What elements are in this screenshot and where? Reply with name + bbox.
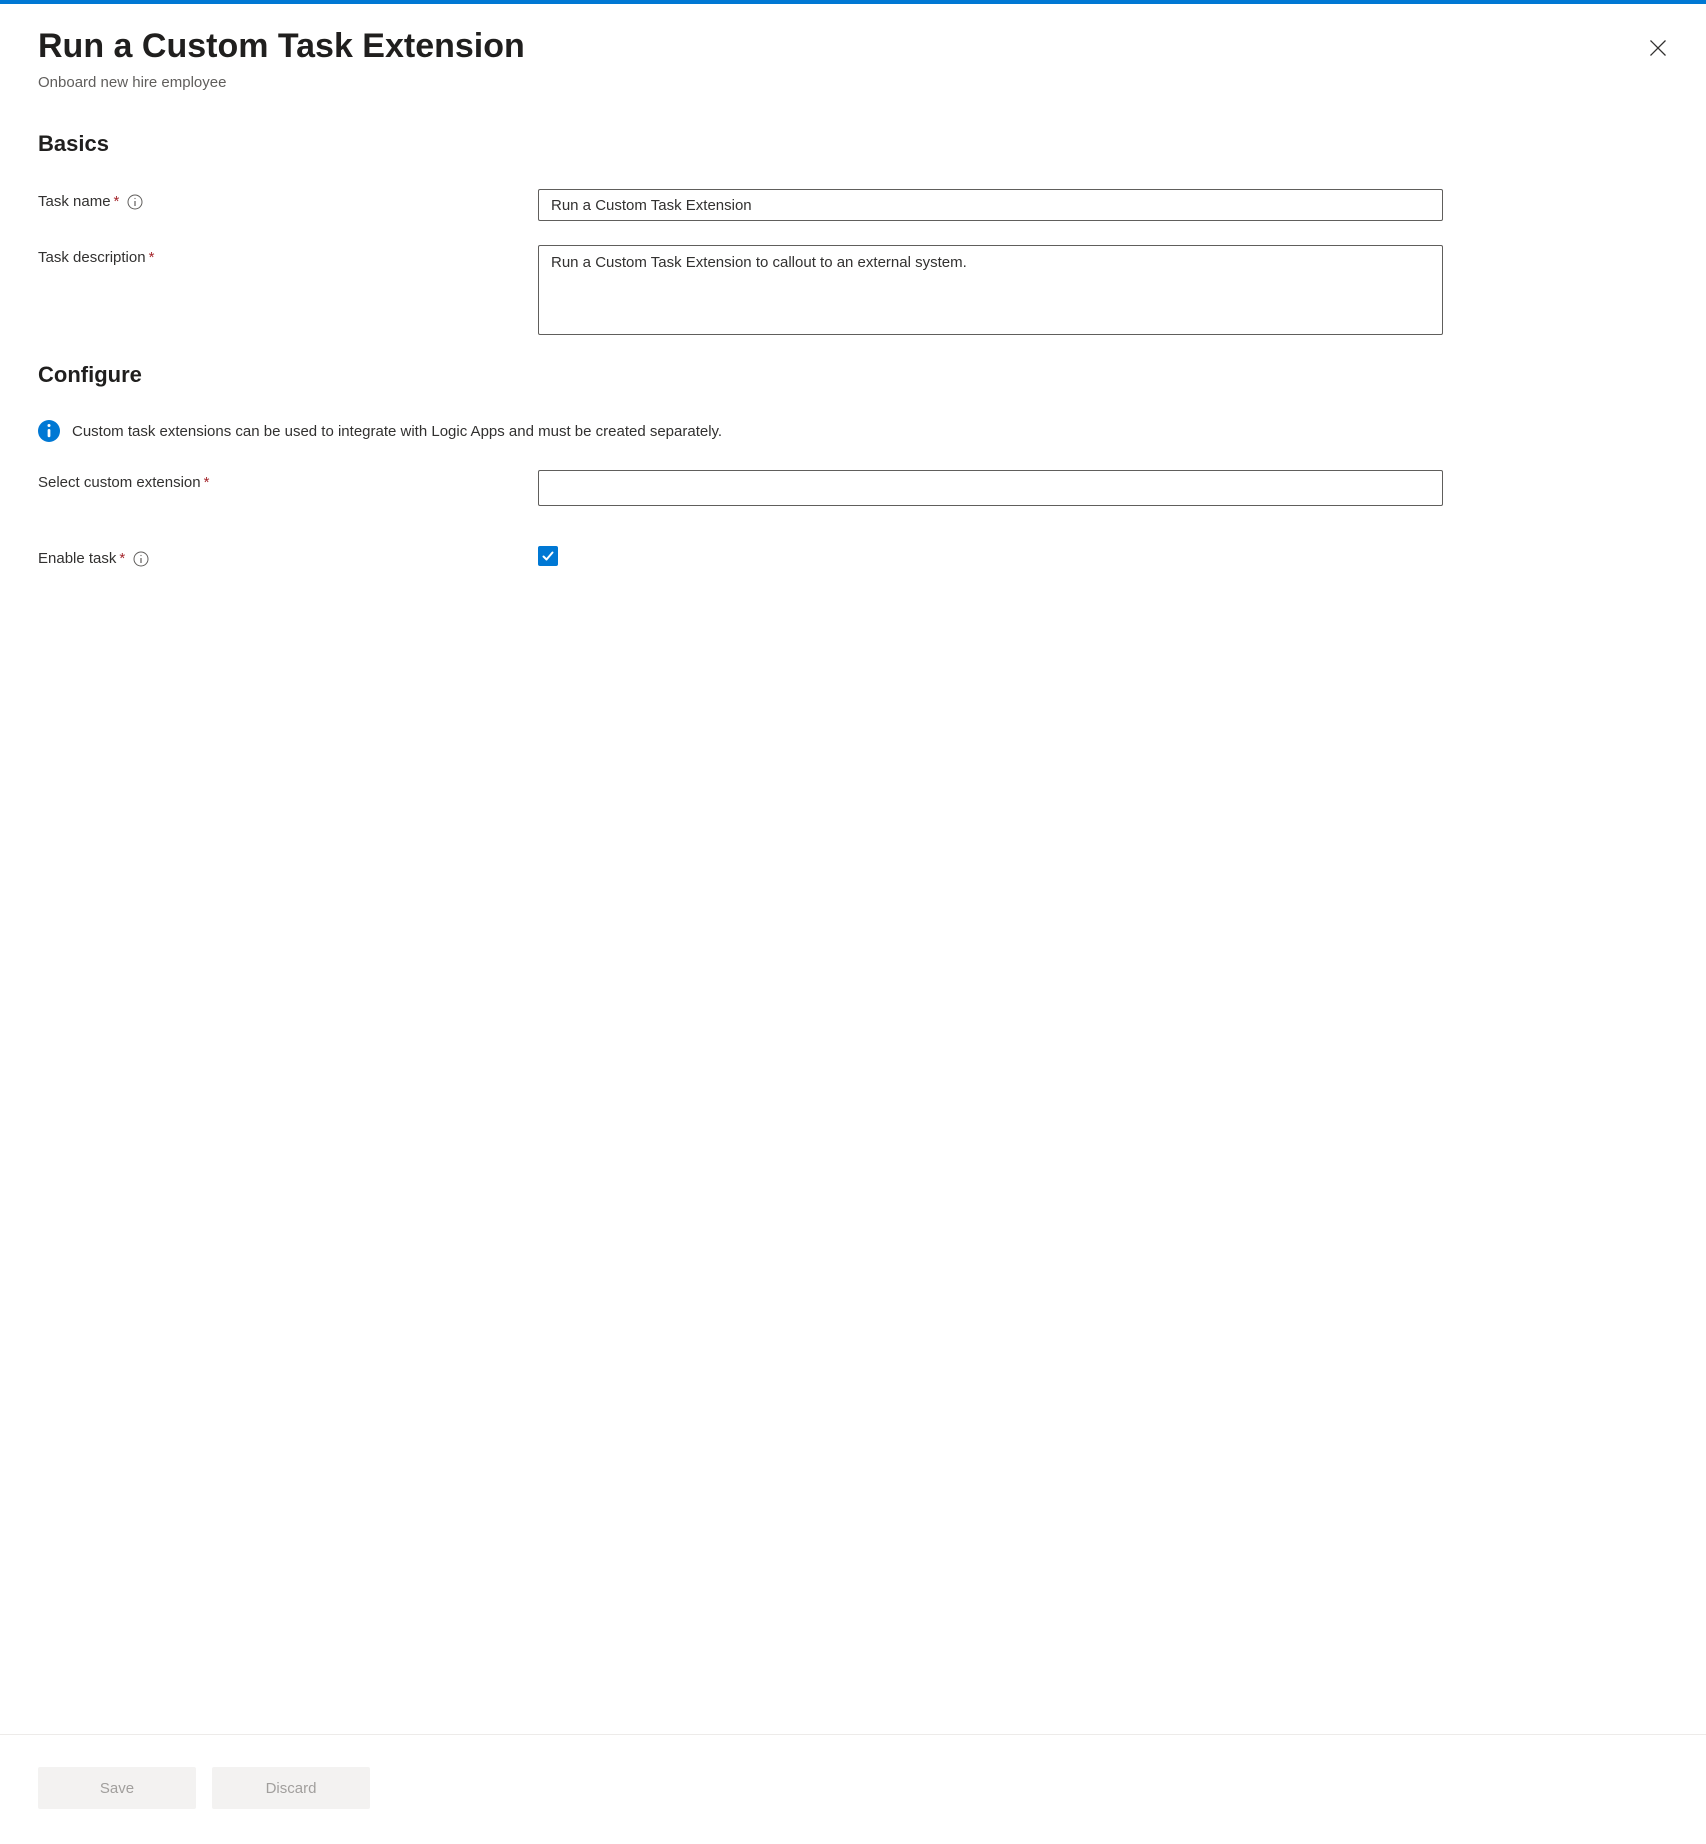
enable-task-row: Enable task * xyxy=(38,546,1668,567)
select-extension-label: Select custom extension * xyxy=(38,470,538,491)
enable-task-info-icon[interactable] xyxy=(133,551,149,567)
task-name-input[interactable] xyxy=(538,189,1443,221)
task-name-input-col xyxy=(538,189,1443,221)
task-name-row: Task name * xyxy=(38,189,1668,221)
required-indicator: * xyxy=(149,249,155,266)
panel-header: Run a Custom Task Extension Onboard new … xyxy=(38,24,1668,91)
task-description-input-col xyxy=(538,245,1443,338)
select-extension-input-col xyxy=(538,470,1443,506)
enable-task-input-col xyxy=(538,546,1443,566)
basics-heading: Basics xyxy=(38,131,1668,157)
close-button[interactable] xyxy=(1642,32,1674,64)
enable-task-checkbox[interactable] xyxy=(538,546,558,566)
required-indicator: * xyxy=(119,550,125,567)
task-description-row: Task description * xyxy=(38,245,1668,338)
required-indicator: * xyxy=(204,474,210,491)
select-extension-input[interactable] xyxy=(538,470,1443,506)
task-description-input[interactable] xyxy=(538,245,1443,335)
checkmark-icon xyxy=(541,549,555,563)
panel-title-block: Run a Custom Task Extension Onboard new … xyxy=(38,24,1642,91)
close-icon xyxy=(1648,38,1668,58)
info-icon xyxy=(127,194,143,210)
configure-heading: Configure xyxy=(38,362,1668,388)
info-filled-icon xyxy=(38,420,60,442)
task-description-label: Task description * xyxy=(38,245,538,266)
top-accent-border xyxy=(0,0,1706,4)
select-extension-label-text: Select custom extension xyxy=(38,474,201,491)
task-extension-panel: Run a Custom Task Extension Onboard new … xyxy=(0,0,1706,1734)
enable-task-label-text: Enable task xyxy=(38,550,116,567)
task-name-label-text: Task name xyxy=(38,193,111,210)
enable-task-label: Enable task * xyxy=(38,546,538,567)
task-name-label: Task name * xyxy=(38,189,538,210)
panel-footer: Save Discard xyxy=(0,1734,1706,1844)
info-icon xyxy=(133,551,149,567)
task-description-label-text: Task description xyxy=(38,249,146,266)
task-name-info-icon[interactable] xyxy=(127,194,143,210)
select-extension-row: Select custom extension * xyxy=(38,470,1668,506)
panel-title: Run a Custom Task Extension xyxy=(38,24,1642,68)
panel-subtitle: Onboard new hire employee xyxy=(38,74,1642,91)
discard-button[interactable]: Discard xyxy=(212,1767,370,1809)
required-indicator: * xyxy=(114,193,120,210)
save-button[interactable]: Save xyxy=(38,1767,196,1809)
configure-info-text: Custom task extensions can be used to in… xyxy=(72,423,722,440)
configure-info-message: Custom task extensions can be used to in… xyxy=(38,420,1668,442)
